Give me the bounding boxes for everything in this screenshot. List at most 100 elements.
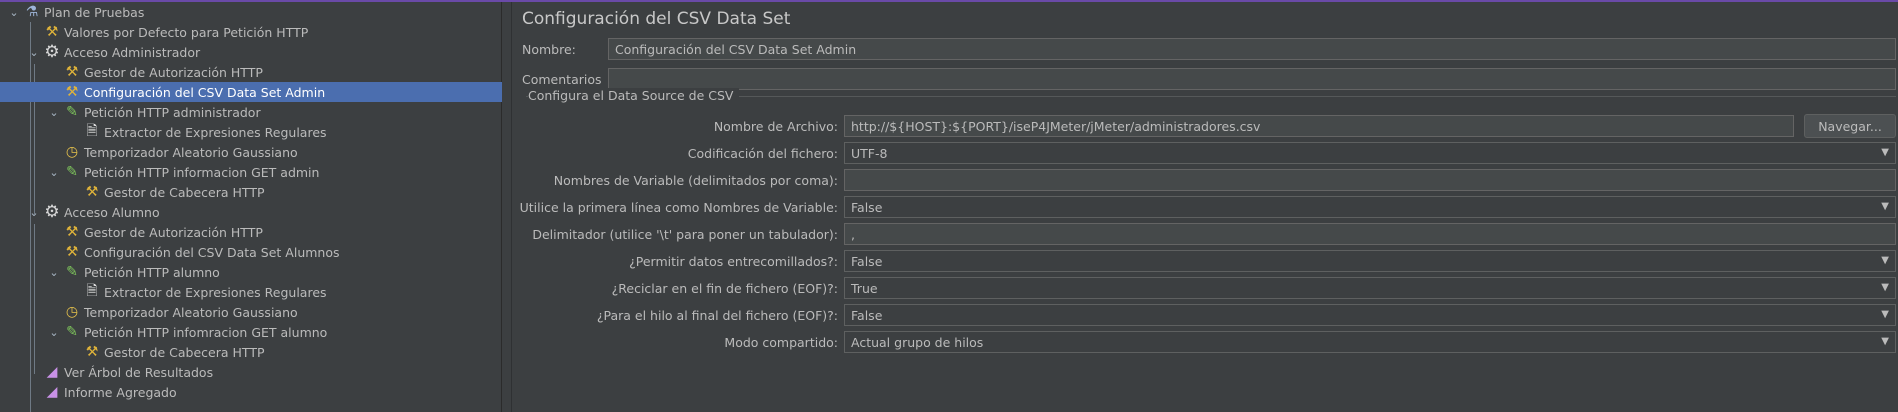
encoding-value: UTF-8 <box>851 146 888 161</box>
tree-item-label: Petición HTTP infomracion GET alumno <box>84 324 328 340</box>
tree-item[interactable]: ◷ Temporizador Aleatorio Gaussiano <box>0 302 502 322</box>
tools-icon: ⚒ <box>85 184 99 200</box>
recycle-value: True <box>851 281 878 296</box>
chevron-down-icon: ▼ <box>1881 255 1889 266</box>
chevron-down-icon: ▼ <box>1881 282 1889 293</box>
tree-item[interactable]: ⌄ ⚙ Acceso Administrador <box>0 42 502 62</box>
tree-item[interactable]: 🗎 Extractor de Expresiones Regulares <box>0 122 502 142</box>
pen-icon: ✎ <box>66 264 78 280</box>
pen-icon: ✎ <box>66 324 78 340</box>
graph-icon: ◢ <box>46 384 58 400</box>
tree-item[interactable]: ⌄ ✎ Petición HTTP informacion GET admin <box>0 162 502 182</box>
expand-toggle-icon[interactable]: ⌄ <box>6 2 22 22</box>
expand-toggle-icon[interactable]: ⌄ <box>26 202 42 222</box>
pen-icon: ✎ <box>66 164 78 180</box>
delimiter-field[interactable]: , <box>844 223 1896 245</box>
recycle-label: ¿Reciclar en el fin de fichero (EOF)?: <box>611 281 838 296</box>
tree-item[interactable]: ⚒ Gestor de Autorización HTTP <box>0 222 502 242</box>
tree-item-label: Gestor de Cabecera HTTP <box>104 184 265 200</box>
filename-label: Nombre de Archivo: <box>713 119 838 134</box>
stop-thread-combo[interactable]: False ▼ <box>844 304 1896 326</box>
varnames-field[interactable] <box>844 169 1896 191</box>
tree-item[interactable]: ◷ Temporizador Aleatorio Gaussiano <box>0 142 502 162</box>
tools-icon: ⚒ <box>65 84 79 100</box>
encoding-combo[interactable]: UTF-8 ▼ <box>844 142 1896 164</box>
firstline-label: Utilice la primera línea como Nombres de… <box>519 200 838 215</box>
expand-toggle-icon[interactable]: ⌄ <box>46 262 62 282</box>
tree-item-label: Configuración del CSV Data Set Alumnos <box>84 244 340 260</box>
comments-label: Comentarios <box>522 72 602 87</box>
tree-item-label: Extractor de Expresiones Regulares <box>104 124 327 140</box>
tree-item[interactable]: ⚒ Configuración del CSV Data Set Alumnos <box>0 242 502 262</box>
share-mode-value: Actual grupo de hilos <box>851 335 984 350</box>
name-field[interactable]: Configuración del CSV Data Set Admin <box>608 38 1896 60</box>
quoted-value: False <box>851 254 883 269</box>
filename-field[interactable]: http://${HOST}:${PORT}/iseP4JMeter/jMete… <box>844 115 1794 137</box>
tree-item-label: Gestor de Autorización HTTP <box>84 64 263 80</box>
tree-item[interactable]: ⚒ Gestor de Cabecera HTTP <box>0 182 502 202</box>
tree-item-label: Gestor de Autorización HTTP <box>84 224 263 240</box>
chevron-down-icon: ▼ <box>1881 309 1889 320</box>
comments-field[interactable] <box>608 68 1896 90</box>
tools-icon: ⚒ <box>45 24 59 40</box>
tools-icon: ⚒ <box>85 344 99 360</box>
tools-icon: ⚒ <box>65 244 79 260</box>
timer-icon: ◷ <box>65 144 79 160</box>
tree-item[interactable]: ⌄ ⚗ Plan de Pruebas <box>0 2 502 22</box>
chevron-down-icon: ▼ <box>1881 336 1889 347</box>
expand-toggle-icon[interactable]: ⌄ <box>46 322 62 342</box>
tree-item-label: Valores por Defecto para Petición HTTP <box>64 24 309 40</box>
quoted-combo[interactable]: False ▼ <box>844 250 1896 272</box>
firstline-value: False <box>851 200 883 215</box>
recycle-combo[interactable]: True ▼ <box>844 277 1896 299</box>
graph-icon: ◢ <box>46 364 58 380</box>
tree-item-label: Temporizador Aleatorio Gaussiano <box>84 144 298 160</box>
tree-item[interactable]: ⚒ Valores por Defecto para Petición HTTP <box>0 22 502 42</box>
tree-item-label: Informe Agregado <box>64 384 177 400</box>
share-mode-label: Modo compartido: <box>724 335 838 350</box>
tree-item[interactable]: ⌄ ✎ Petición HTTP administrador <box>0 102 502 122</box>
test-plan-tree[interactable]: ⌄ ⚗ Plan de Pruebas ⚒ Valores por Defecto pa… <box>0 2 502 412</box>
expand-toggle-icon[interactable]: ⌄ <box>46 102 62 122</box>
browse-button[interactable]: Navegar... <box>1804 114 1896 138</box>
tree-item[interactable]: ⚒ Gestor de Autorización HTTP <box>0 62 502 82</box>
delimiter-label: Delimitador (utilice '\t' para poner un … <box>532 227 838 242</box>
tree-item-label: Plan de Pruebas <box>44 4 145 20</box>
expand-toggle-icon[interactable]: ⌄ <box>26 42 42 62</box>
stop-thread-value: False <box>851 308 883 323</box>
document-icon: 🗎 <box>86 123 98 139</box>
tree-item[interactable]: ◢ Informe Agregado <box>0 382 502 402</box>
chevron-down-icon: ▼ <box>1881 147 1889 158</box>
tree-item[interactable]: ⌄ ✎ Petición HTTP alumno <box>0 262 502 282</box>
tools-icon: ⚒ <box>65 64 79 80</box>
tree-item-label: Acceso Administrador <box>64 44 201 60</box>
tree-item-label: Petición HTTP administrador <box>84 104 261 120</box>
tools-icon: ⚒ <box>65 224 79 240</box>
firstline-combo[interactable]: False ▼ <box>844 196 1896 218</box>
encoding-label: Codificación del fichero: <box>687 146 838 161</box>
tree-item[interactable]: ⌄ ✎ Petición HTTP infomracion GET alumno <box>0 322 502 342</box>
tree-item[interactable]: 🗎 Extractor de Expresiones Regulares <box>0 282 502 302</box>
tree-item-label: Acceso Alumno <box>64 204 160 220</box>
tree-item-label: Petición HTTP alumno <box>84 264 220 280</box>
tree-item[interactable]: ⚒ Gestor de Cabecera HTTP <box>0 342 502 362</box>
expand-toggle-icon[interactable]: ⌄ <box>46 162 62 182</box>
tree-item[interactable]: ◢ Ver Árbol de Resultados <box>0 362 502 382</box>
tree-item-label: Gestor de Cabecera HTTP <box>104 344 265 360</box>
share-mode-combo[interactable]: Actual grupo de hilos ▼ <box>844 331 1896 353</box>
tree-item[interactable]: ⚒ Configuración del CSV Data Set Admin <box>0 82 502 102</box>
tree-item[interactable]: ⌄ ⚙ Acceso Alumno <box>0 202 502 222</box>
pane-splitter[interactable] <box>503 2 512 412</box>
varnames-label: Nombres de Variable (delimitados por com… <box>553 173 838 188</box>
